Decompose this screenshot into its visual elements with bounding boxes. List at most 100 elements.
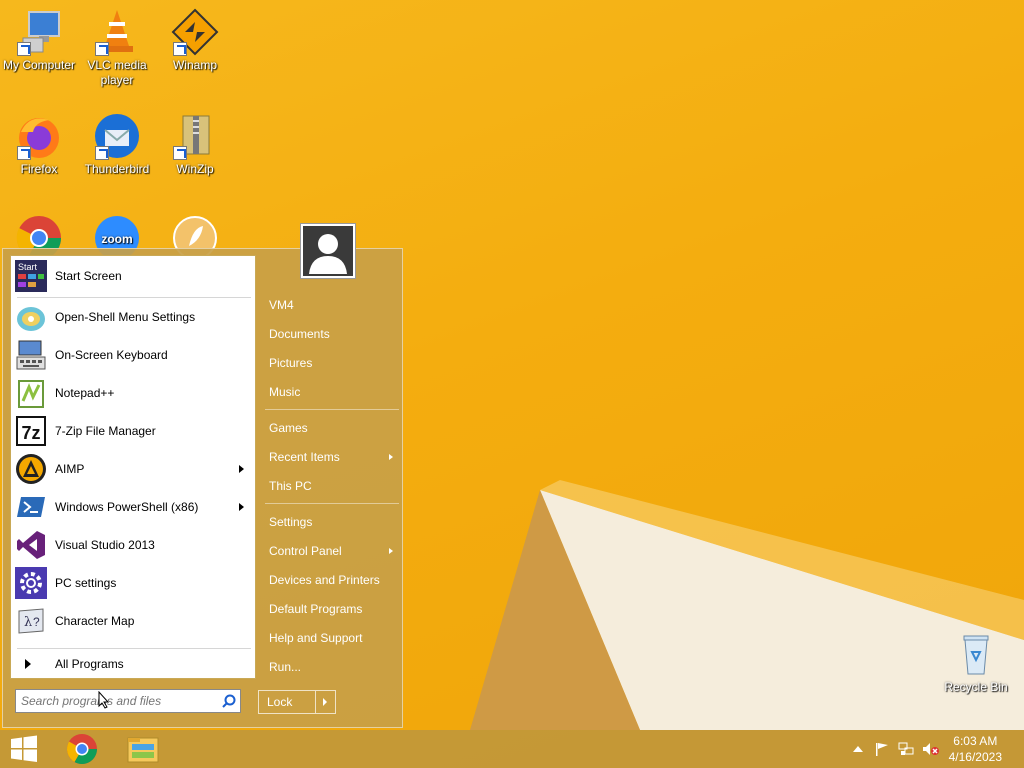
svg-text:zoom: zoom [101, 232, 132, 246]
program-label: Notepad++ [55, 386, 115, 400]
clock-time: 6:03 AM [953, 734, 998, 748]
desktop-icon-label: Thunderbird [84, 162, 150, 176]
right-item-pictures[interactable]: Pictures [267, 350, 403, 376]
submenu-arrow-icon [389, 548, 393, 554]
system-clock[interactable]: 6:03 AM 4/16/2023 [949, 733, 1002, 765]
taskbar-chrome[interactable] [58, 730, 106, 768]
submenu-arrow-icon [239, 465, 244, 473]
clock-date: 4/16/2023 [948, 750, 1002, 764]
right-item-label: Documents [269, 327, 330, 341]
program-label: 7-Zip File Manager [55, 424, 156, 438]
program-visual-studio[interactable]: Visual Studio 2013 [11, 527, 255, 563]
flag-icon[interactable] [874, 742, 890, 756]
character-map-icon: λ? [15, 605, 47, 637]
program-label: Start Screen [55, 269, 122, 283]
right-item-devices-printers[interactable]: Devices and Printers [267, 567, 403, 593]
program-7zip[interactable]: 7z 7-Zip File Manager [11, 413, 255, 449]
vlc-icon [93, 8, 141, 56]
divider [265, 409, 399, 410]
all-programs-label: All Programs [55, 657, 124, 671]
windows-start-icon [11, 735, 37, 762]
recycle-bin-icon [952, 630, 1000, 678]
lock-options-arrow-icon[interactable] [323, 698, 327, 706]
submenu-arrow-icon [239, 503, 244, 511]
lock-label: Lock [267, 695, 293, 709]
visual-studio-icon [15, 529, 47, 561]
right-item-music[interactable]: Music [267, 379, 403, 405]
right-item-label: This PC [269, 479, 312, 493]
program-notepadpp[interactable]: Notepad++ [11, 375, 255, 411]
right-item-label: Music [269, 385, 301, 399]
divider [17, 297, 251, 298]
taskbar-file-explorer[interactable] [118, 730, 166, 768]
program-on-screen-keyboard[interactable]: On-Screen Keyboard [11, 337, 255, 373]
program-start-screen[interactable]: Start Start Screen [11, 258, 255, 294]
desktop-icon-my-computer[interactable]: My Computer [0, 8, 78, 73]
right-item-label: Run... [269, 660, 302, 674]
network-icon[interactable] [898, 742, 914, 756]
desktop-icon-recycle-bin[interactable]: Recycle Bin [937, 630, 1015, 695]
desktop-icon-label: Winamp [172, 58, 217, 72]
program-label: Windows PowerShell (x86) [55, 500, 199, 514]
right-item-label: Devices and Printers [269, 573, 380, 587]
taskbar: 6:03 AM 4/16/2023 [0, 730, 1024, 768]
desktop-icon-label: Recycle Bin [944, 680, 1008, 694]
divider [265, 503, 399, 504]
svg-text:?: ? [33, 615, 40, 629]
submenu-arrow-icon [389, 454, 393, 460]
program-label: PC settings [55, 576, 117, 590]
right-item-games[interactable]: Games [267, 415, 403, 441]
right-item-label: Games [269, 421, 308, 435]
right-item-vm4[interactable]: VM4 [267, 292, 403, 318]
right-item-documents[interactable]: Documents [267, 321, 403, 347]
desktop-icon-winamp[interactable]: Winamp [156, 8, 234, 73]
desktop-icon-label: Firefox [20, 162, 58, 176]
right-item-recent-items[interactable]: Recent Items [267, 444, 403, 470]
program-label: Character Map [55, 614, 135, 628]
right-item-label: VM4 [269, 298, 294, 312]
search-icon[interactable] [222, 694, 236, 708]
right-item-control-panel[interactable]: Control Panel [267, 538, 403, 564]
desktop-icon-thunderbird[interactable]: Thunderbird [78, 112, 156, 177]
program-label: Visual Studio 2013 [55, 538, 155, 552]
desktop-icon-vlc[interactable]: VLC media player [78, 8, 156, 88]
start-menu: Start Start Screen Open-Shell Menu Setti… [2, 248, 403, 728]
search-input[interactable] [16, 690, 212, 712]
desktop-icon-label: WinZip [176, 162, 214, 176]
right-item-default-programs[interactable]: Default Programs [267, 596, 403, 622]
program-label: AIMP [55, 462, 85, 476]
desktop-icon-winzip[interactable]: WinZip [156, 112, 234, 177]
program-powershell[interactable]: Windows PowerShell (x86) [11, 489, 255, 525]
desktop-icon-label: VLC media player [87, 58, 147, 87]
winzip-icon [171, 112, 219, 160]
right-item-label: Pictures [269, 356, 313, 370]
keyboard-icon [15, 339, 47, 371]
right-item-this-pc[interactable]: This PC [267, 473, 403, 499]
chevron-up-icon[interactable] [850, 742, 866, 756]
right-item-settings[interactable]: Settings [267, 509, 403, 535]
svg-text:Start: Start [18, 262, 38, 272]
firefox-icon [15, 112, 63, 160]
svg-text:λ: λ [24, 615, 32, 630]
user-avatar[interactable] [301, 224, 355, 278]
right-item-label: Default Programs [269, 602, 363, 616]
program-open-shell-settings[interactable]: Open-Shell Menu Settings [11, 299, 255, 335]
program-character-map[interactable]: λ? Character Map [11, 603, 255, 639]
start-search [15, 689, 241, 713]
program-label: Open-Shell Menu Settings [55, 310, 196, 324]
lock-button[interactable]: Lock [258, 690, 336, 714]
aimp-icon [15, 453, 47, 485]
right-item-label: Control Panel [269, 544, 342, 558]
desktop-icon-firefox[interactable]: Firefox [0, 112, 78, 177]
all-programs-item[interactable]: All Programs [11, 650, 255, 678]
divider [315, 691, 316, 713]
right-item-run[interactable]: Run... [267, 654, 403, 680]
open-shell-icon [15, 301, 47, 333]
program-aimp[interactable]: AIMP [11, 451, 255, 487]
program-pc-settings[interactable]: PC settings [11, 565, 255, 601]
speaker-muted-icon[interactable] [922, 742, 939, 756]
right-item-help-support[interactable]: Help and Support [267, 625, 403, 651]
divider [17, 648, 251, 649]
powershell-icon [15, 491, 47, 523]
start-button[interactable] [0, 730, 48, 768]
